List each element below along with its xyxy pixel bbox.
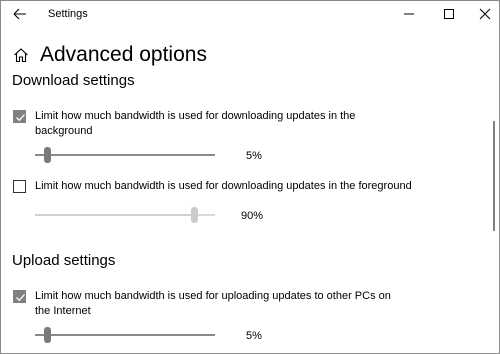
slider-thumb[interactable] <box>44 327 51 343</box>
maximize-icon <box>444 9 454 19</box>
upload-limit-checkbox[interactable] <box>13 290 26 303</box>
foreground-limit-label: Limit how much bandwidth is used for dow… <box>35 180 412 192</box>
upload-bandwidth-value: 5% <box>246 330 262 342</box>
checkmark-icon <box>16 294 25 302</box>
minimize-icon <box>404 13 414 15</box>
background-limit-label: Limit how much bandwidth is used for dow… <box>35 110 356 137</box>
background-bandwidth-value: 5% <box>246 150 262 162</box>
home-icon[interactable] <box>13 47 29 63</box>
checkmark-icon <box>16 114 25 122</box>
page-title: Advanced options <box>40 43 207 66</box>
settings-window: Settings Advanced options Download setti… <box>0 0 500 354</box>
arrow-left-icon <box>13 8 26 20</box>
upload-bandwidth-slider[interactable] <box>35 326 215 344</box>
background-limit-checkbox[interactable] <box>13 110 26 123</box>
download-settings-heading: Download settings <box>12 72 135 89</box>
foreground-limit-checkbox[interactable] <box>13 180 26 193</box>
upload-settings-heading: Upload settings <box>12 252 116 269</box>
background-bandwidth-slider[interactable] <box>35 146 215 164</box>
vertical-scrollbar[interactable] <box>493 121 495 231</box>
back-button[interactable] <box>11 5 29 23</box>
minimize-button[interactable] <box>399 4 419 24</box>
slider-track <box>35 154 215 156</box>
maximize-button[interactable] <box>439 4 459 24</box>
slider-thumb[interactable] <box>44 147 51 163</box>
slider-thumb[interactable] <box>191 207 198 223</box>
window-title: Settings <box>48 8 88 20</box>
slider-fill <box>35 214 193 216</box>
slider-track <box>35 334 215 336</box>
foreground-bandwidth-value: 90% <box>241 210 264 222</box>
close-icon <box>479 8 491 20</box>
close-button[interactable] <box>475 4 495 24</box>
upload-limit-label: Limit how much bandwidth is used for upl… <box>35 290 391 317</box>
foreground-bandwidth-slider[interactable] <box>35 206 215 224</box>
title-bar: Settings <box>1 1 499 27</box>
